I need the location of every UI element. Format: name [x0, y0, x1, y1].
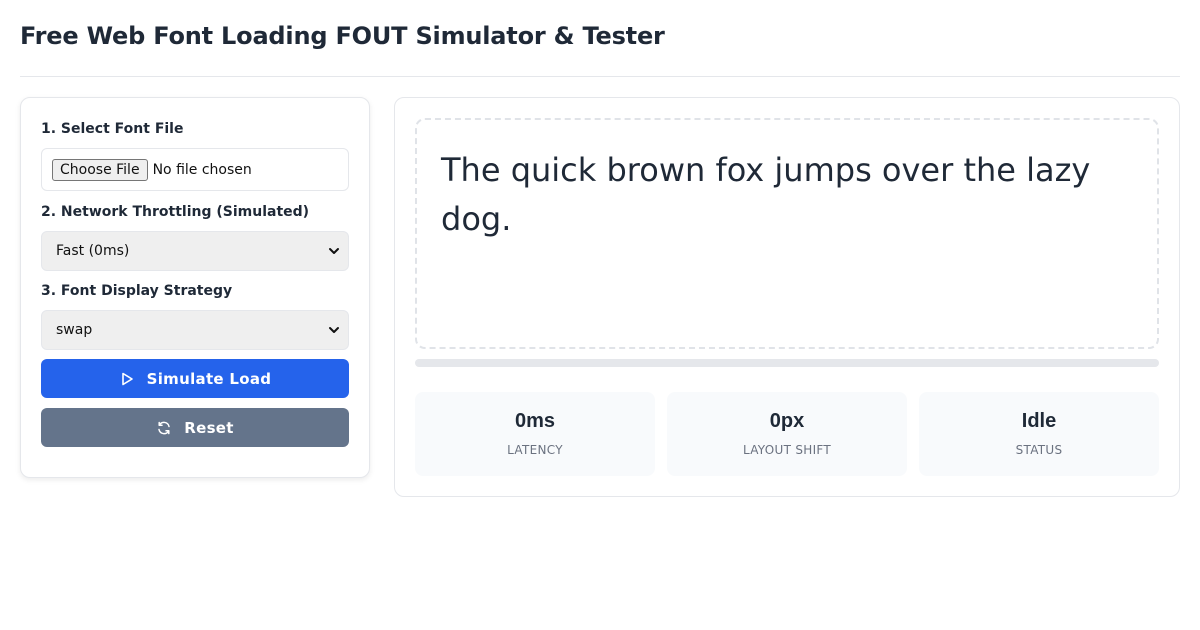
font-file-input[interactable]: Choose File No file chosen — [41, 148, 349, 191]
stat-latency-value: 0ms — [514, 410, 556, 432]
stat-status: Idle Status — [919, 392, 1159, 476]
throttling-selected-value: Fast (0ms) — [56, 243, 130, 259]
strategy-label: 3. Font Display Strategy — [41, 283, 233, 299]
throttling-label: 2. Network Throttling (Simulated) — [41, 204, 310, 220]
stat-layout-shift-value: 0px — [769, 410, 805, 432]
strategy-selected-value: swap — [56, 322, 93, 338]
page-title: Free Web Font Loading FOUT Simulator & T… — [20, 22, 665, 50]
stat-status-value: Idle — [1021, 410, 1057, 432]
chevron-down-icon — [329, 248, 339, 254]
stat-layout-shift: 0px Layout Shift — [667, 392, 907, 476]
controls-panel: 1. Select Font File Choose File No file … — [20, 97, 370, 478]
stat-status-label: Status — [1015, 443, 1063, 457]
throttling-select[interactable]: Fast (0ms) — [41, 231, 349, 271]
strategy-select[interactable]: swap — [41, 310, 349, 350]
simulate-load-label: Simulate Load — [146, 369, 272, 388]
chevron-down-icon — [329, 327, 339, 333]
choose-file-button[interactable]: Choose File — [52, 158, 148, 181]
file-status-text: No file chosen — [152, 161, 252, 178]
preview-sample-text: The quick brown fox jumps over the lazy … — [441, 151, 1091, 238]
reset-button[interactable]: Reset — [41, 408, 349, 447]
stat-latency-label: Latency — [507, 443, 563, 457]
title-divider — [20, 76, 1180, 77]
reset-label: Reset — [184, 418, 234, 437]
refresh-icon — [158, 421, 170, 434]
font-file-label: 1. Select Font File — [41, 121, 184, 137]
play-icon — [121, 372, 133, 385]
font-preview-area: The quick brown fox jumps over the lazy … — [415, 118, 1159, 349]
stat-layout-shift-label: Layout Shift — [742, 443, 832, 457]
preview-panel: The quick brown fox jumps over the lazy … — [394, 97, 1180, 497]
simulate-load-button[interactable]: Simulate Load — [41, 359, 349, 398]
load-progress-bar — [415, 359, 1159, 367]
stat-latency: 0ms Latency — [415, 392, 655, 476]
